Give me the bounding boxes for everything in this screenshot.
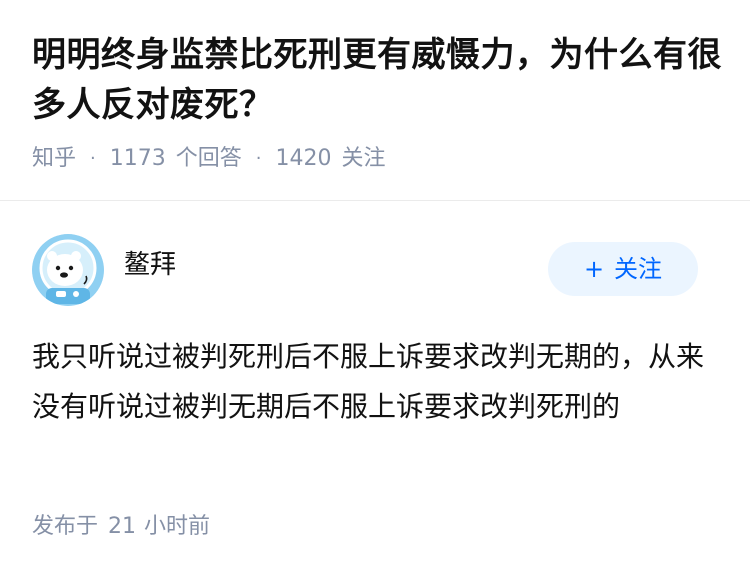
meta-separator: ·	[255, 148, 262, 169]
author-name[interactable]: 鳌拜	[124, 248, 176, 282]
follow-button[interactable]: + 关注	[548, 242, 698, 296]
follower-count-label[interactable]: 关注	[342, 144, 386, 174]
meta-separator: ·	[90, 148, 96, 169]
follow-button-label: 关注	[614, 255, 663, 283]
publish-time-label: 发布于	[32, 514, 99, 539]
question-meta: 知乎 · 1173 个回答 · 1420 关注	[32, 144, 732, 174]
answer-count[interactable]: 1173	[110, 144, 166, 174]
publish-time-value: 21	[108, 514, 137, 539]
answer-count-label[interactable]: 个回答	[176, 144, 242, 174]
section-divider	[0, 200, 750, 201]
answer-content[interactable]: 我只听说过被判死刑后不服上诉要求改判无期的，从来没有听说过被判无期后不服上诉要求…	[32, 332, 722, 432]
publish-time-unit: 小时前	[144, 514, 211, 539]
plus-icon: +	[583, 255, 605, 283]
follower-count[interactable]: 1420	[276, 144, 332, 174]
avatar[interactable]	[32, 234, 104, 306]
platform-name[interactable]: 知乎	[32, 144, 76, 174]
polar-bear-astronaut-avatar-icon	[32, 234, 104, 306]
answer-publish-time: 发布于 21 小时前	[32, 512, 210, 542]
answer-author-bar: 鳌拜 + 关注	[32, 234, 718, 306]
question-header: 明明终身监禁比死刑更有威慑力，为什么有很多人反对废死？ 知乎 · 1173 个回…	[32, 30, 732, 174]
question-title[interactable]: 明明终身监禁比死刑更有威慑力，为什么有很多人反对废死？	[32, 30, 732, 130]
